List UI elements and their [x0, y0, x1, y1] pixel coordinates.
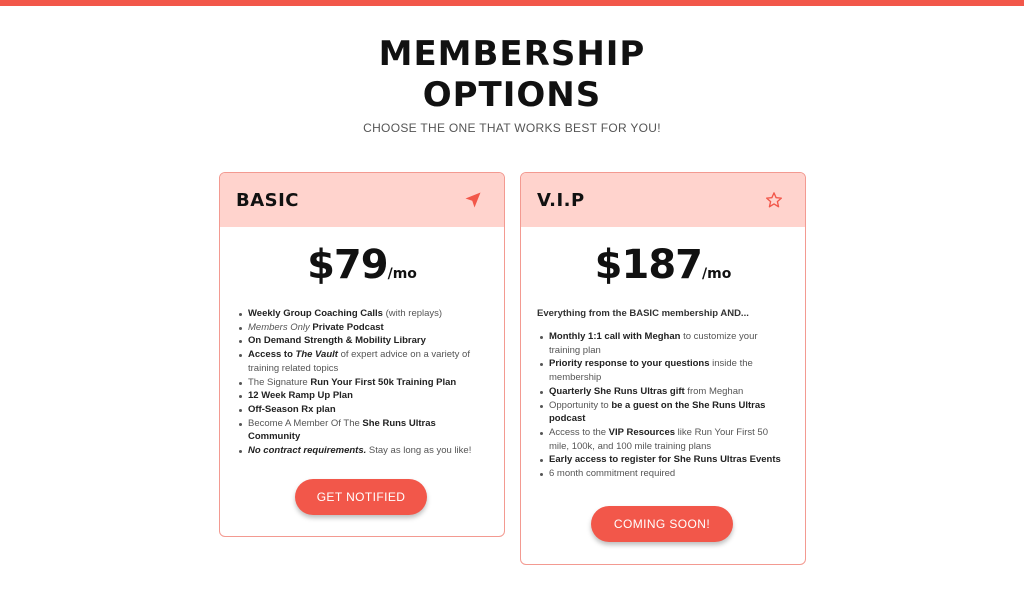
plan-price: $79/mo: [220, 241, 504, 289]
get-notified-button[interactable]: GET NOTIFIED: [295, 479, 427, 515]
plan-price: $187/mo: [521, 241, 805, 289]
list-item: On Demand Strength & Mobility Library: [239, 334, 486, 348]
price-amount: $187: [594, 242, 703, 288]
plan-card-header: BASIC: [220, 173, 504, 227]
list-item: Become A Member Of The She Runs Ultras C…: [239, 417, 486, 444]
page-subtitle: CHOOSE THE ONE THAT WORKS BEST FOR YOU!: [363, 121, 661, 135]
plan-name: V.I.P: [537, 190, 585, 211]
list-item: Weekly Group Coaching Calls (with replay…: [239, 307, 486, 321]
plan-card-basic: BASIC $79/mo Weekly Group Coaching Calls…: [219, 172, 505, 537]
star-icon: [765, 192, 783, 208]
list-item: The Signature Run Your First 50k Trainin…: [239, 376, 486, 390]
list-item: No contract requirements. Stay as long a…: [239, 444, 486, 458]
price-amount: $79: [307, 242, 388, 288]
page-title-line1: MEMBERSHIP: [378, 34, 646, 74]
plan-card-header: V.I.P: [521, 173, 805, 227]
list-item: Access to The Vault of expert advice on …: [239, 348, 486, 375]
top-accent-bar: [0, 0, 1024, 6]
page-title: MEMBERSHIP OPTIONS: [0, 34, 1024, 116]
list-item: Early access to register for She Runs Ul…: [540, 453, 787, 467]
coming-soon-button[interactable]: COMING SOON!: [591, 506, 733, 542]
list-item: Quarterly She Runs Ultras gift from Megh…: [540, 385, 787, 399]
feature-list: Monthly 1:1 call with Meghan to customiz…: [521, 330, 805, 481]
list-item: Members Only Private Podcast: [239, 321, 486, 335]
plan-name: BASIC: [236, 190, 300, 211]
plan-card-vip: V.I.P $187/mo Everything from the BASIC …: [520, 172, 806, 565]
plan-intro: Everything from the BASIC membership AND…: [537, 308, 749, 319]
list-item: Opportunity to be a guest on the She Run…: [540, 399, 787, 426]
list-item: 12 Week Ramp Up Plan: [239, 389, 486, 403]
page-title-line2: OPTIONS: [422, 75, 602, 115]
list-item: 6 month commitment required: [540, 467, 787, 481]
price-period: /mo: [387, 266, 417, 282]
price-period: /mo: [702, 266, 732, 282]
list-item: Access to the VIP Resources like Run You…: [540, 426, 787, 453]
list-item: Off-Season Rx plan: [239, 403, 486, 417]
navigation-arrow-icon: [465, 192, 481, 208]
list-item: Priority response to your questions insi…: [540, 357, 787, 384]
feature-list: Weekly Group Coaching Calls (with replay…: [220, 307, 504, 458]
list-item: Monthly 1:1 call with Meghan to customiz…: [540, 330, 787, 357]
